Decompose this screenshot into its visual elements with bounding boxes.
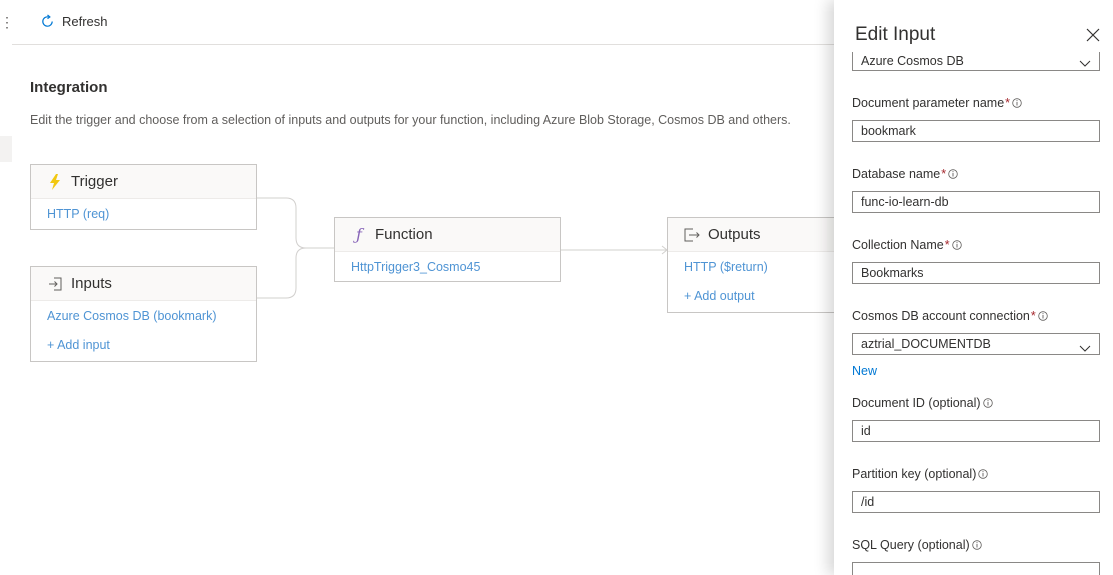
info-icon[interactable]	[951, 240, 962, 250]
info-icon[interactable]	[948, 169, 958, 179]
required-mark: *	[941, 167, 947, 181]
trigger-card: Trigger HTTP (req)	[30, 164, 257, 230]
page-description: Edit the trigger and choose from a selec…	[30, 113, 791, 127]
close-button[interactable]	[1086, 28, 1102, 44]
close-icon	[1086, 28, 1100, 42]
info-icon[interactable]	[971, 540, 982, 550]
sql-label-text: SQL Query (optional)	[852, 538, 970, 552]
info-icon[interactable]	[978, 469, 989, 479]
collection-input[interactable]: Bookmarks	[852, 262, 1100, 284]
collection-label: Collection Name *	[852, 238, 962, 252]
info-icon[interactable]	[982, 398, 993, 408]
outputs-title: Outputs	[708, 226, 761, 243]
function-title: Function	[375, 226, 433, 243]
connection-select[interactable]: aztrial_DOCUMENTDB	[852, 333, 1100, 355]
panel-title: Edit Input	[855, 24, 936, 45]
function-card: ƒ Function HttpTrigger3_Cosmo45	[334, 217, 561, 282]
doc-id-input[interactable]: id	[852, 420, 1100, 442]
inputs-card: Inputs Azure Cosmos DB (bookmark) + Add …	[30, 266, 257, 362]
chevron-down-icon	[1079, 339, 1091, 359]
trigger-http-link[interactable]: HTTP (req)	[31, 207, 256, 221]
sql-query-input[interactable]	[852, 562, 1100, 575]
doc-param-input[interactable]: bookmark	[852, 120, 1100, 142]
connection-label: Cosmos DB account connection *	[852, 309, 1048, 323]
inputs-card-header: Inputs	[31, 267, 256, 301]
trigger-card-header: Trigger	[31, 165, 256, 199]
chevron-down-icon	[1079, 55, 1091, 73]
left-nav-tab[interactable]	[0, 136, 12, 162]
input-icon	[47, 276, 63, 292]
refresh-button[interactable]: Refresh	[40, 14, 108, 29]
partition-label-text: Partition key (optional)	[852, 467, 977, 481]
new-connection-link[interactable]: New	[852, 364, 877, 378]
binding-type-value: Azure Cosmos DB	[861, 54, 964, 68]
sql-label: SQL Query (optional)	[852, 538, 982, 552]
info-icon[interactable]	[1038, 311, 1048, 321]
doc-id-label-text: Document ID (optional)	[852, 396, 981, 410]
outputs-card-header: Outputs	[668, 218, 856, 252]
connection-label-text: Cosmos DB account connection	[852, 309, 1030, 323]
required-mark: *	[944, 238, 950, 252]
outputs-card: Outputs HTTP ($return) + Add output	[667, 217, 857, 313]
partition-label: Partition key (optional)	[852, 467, 989, 481]
connection-value: aztrial_DOCUMENTDB	[861, 337, 991, 351]
trigger-title: Trigger	[71, 173, 118, 190]
required-mark: *	[1030, 309, 1036, 323]
page-title: Integration	[30, 79, 108, 96]
edit-input-panel: Edit Input Azure Cosmos DB Document para…	[834, 0, 1113, 575]
inputs-title: Inputs	[71, 275, 112, 292]
lightning-icon	[47, 173, 63, 190]
doc-param-label: Document parameter name *	[852, 96, 1022, 110]
binding-type-select[interactable]: Azure Cosmos DB	[852, 52, 1100, 71]
output-http-link[interactable]: HTTP ($return)	[668, 260, 856, 274]
function-icon: ƒ	[356, 225, 362, 244]
db-name-label: Database name *	[852, 167, 958, 181]
doc-id-label: Document ID (optional)	[852, 396, 993, 410]
add-output-link[interactable]: + Add output	[668, 289, 856, 303]
collection-label-text: Collection Name	[852, 238, 944, 252]
db-name-label-text: Database name	[852, 167, 941, 181]
output-icon	[684, 227, 700, 243]
panel-form: Azure Cosmos DB Document parameter name …	[834, 52, 1113, 575]
refresh-icon	[40, 14, 55, 29]
db-name-input[interactable]: func-io-learn-db	[852, 191, 1100, 213]
function-card-header: ƒ Function	[335, 218, 560, 252]
info-icon[interactable]	[1012, 98, 1022, 108]
add-input-link[interactable]: + Add input	[31, 338, 256, 352]
function-name-link[interactable]: HttpTrigger3_Cosmo45	[335, 260, 560, 274]
doc-param-label-text: Document parameter name	[852, 96, 1005, 110]
partition-input[interactable]: /id	[852, 491, 1100, 513]
input-cosmos-link[interactable]: Azure Cosmos DB (bookmark)	[31, 309, 256, 323]
refresh-label: Refresh	[62, 14, 108, 29]
required-mark: *	[1005, 96, 1011, 110]
